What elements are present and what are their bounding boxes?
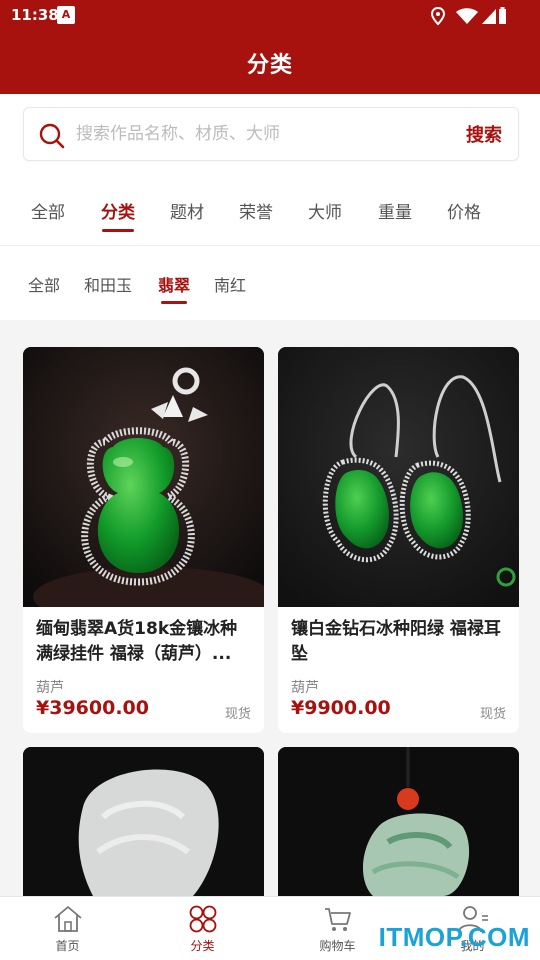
nav-category[interactable]: 分类	[135, 897, 270, 960]
product-category: 葫芦	[36, 680, 64, 696]
search-area: 搜索	[0, 94, 540, 176]
nav-home-label: 首页	[55, 939, 80, 953]
product-price: ¥39600.00	[36, 697, 149, 719]
tab-theme[interactable]: 题材	[170, 198, 204, 223]
tab-weight[interactable]: 重量	[378, 198, 412, 223]
app-notification-icon: A	[57, 6, 75, 24]
product-card[interactable]	[278, 747, 519, 896]
stock-status: 现货	[479, 707, 506, 722]
search-input[interactable]	[76, 120, 436, 148]
watermark: ITMOP.COM	[378, 922, 530, 952]
product-image	[23, 347, 264, 607]
product-price: ¥9900.00	[291, 697, 391, 719]
subtab-all[interactable]: 全部	[28, 272, 60, 296]
tab-honor[interactable]: 荣誉	[239, 198, 273, 223]
nav-home[interactable]: 首页	[0, 897, 135, 960]
status-time: 11:38	[11, 6, 59, 24]
cart-icon	[324, 908, 351, 931]
search-box[interactable]: 搜索	[23, 107, 519, 161]
filter-tabs: 全部 分类 题材 荣誉 大师 重量 价格	[0, 176, 540, 246]
subtab-nanhong[interactable]: 南红	[214, 272, 246, 296]
system-status-icons	[430, 6, 506, 26]
tab-price[interactable]: 价格	[447, 198, 481, 223]
product-image	[23, 747, 264, 896]
nav-category-label: 分类	[190, 939, 215, 953]
tab-category[interactable]: 分类	[101, 198, 135, 223]
signal-icon	[482, 9, 496, 24]
product-name: 镶白金钻石冰种阳绿 福禄耳坠	[291, 619, 501, 664]
product-category: 葫芦	[291, 680, 319, 696]
wifi-icon	[456, 8, 478, 24]
location-icon	[430, 6, 446, 26]
page-title: 分类	[246, 53, 293, 78]
search-button[interactable]: 搜索	[466, 121, 502, 147]
tab-all[interactable]: 全部	[31, 198, 65, 223]
product-image	[278, 347, 519, 607]
status-bar: 11:38 A	[0, 0, 540, 32]
active-subtab-indicator	[161, 301, 187, 304]
active-tab-indicator	[102, 229, 134, 232]
home-icon	[53, 906, 82, 932]
product-name: 缅甸翡翠A货18k金镶冰种满绿挂件 福禄（葫芦）...	[36, 619, 238, 664]
product-card[interactable]: 镶白金钻石冰种阳绿 福禄耳坠 葫芦 ¥9900.00 现货	[278, 347, 519, 733]
search-icon	[39, 123, 65, 149]
subtab-hetian-jade[interactable]: 和田玉	[84, 272, 132, 296]
battery-icon	[499, 7, 506, 24]
product-card[interactable]: 缅甸翡翠A货18k金镶冰种满绿挂件 福禄（葫芦）... 葫芦 ¥39600.00…	[23, 347, 264, 733]
app-header: 11:38 A 分类	[0, 0, 540, 94]
stock-status: 现货	[224, 707, 251, 722]
product-image	[278, 747, 519, 896]
tab-master[interactable]: 大师	[308, 198, 342, 223]
material-subtabs: 全部 和田玉 翡翠 南红	[0, 246, 540, 320]
category-grid-icon	[189, 905, 216, 933]
product-card[interactable]	[23, 747, 264, 896]
subtab-jadeite[interactable]: 翡翠	[158, 272, 190, 296]
